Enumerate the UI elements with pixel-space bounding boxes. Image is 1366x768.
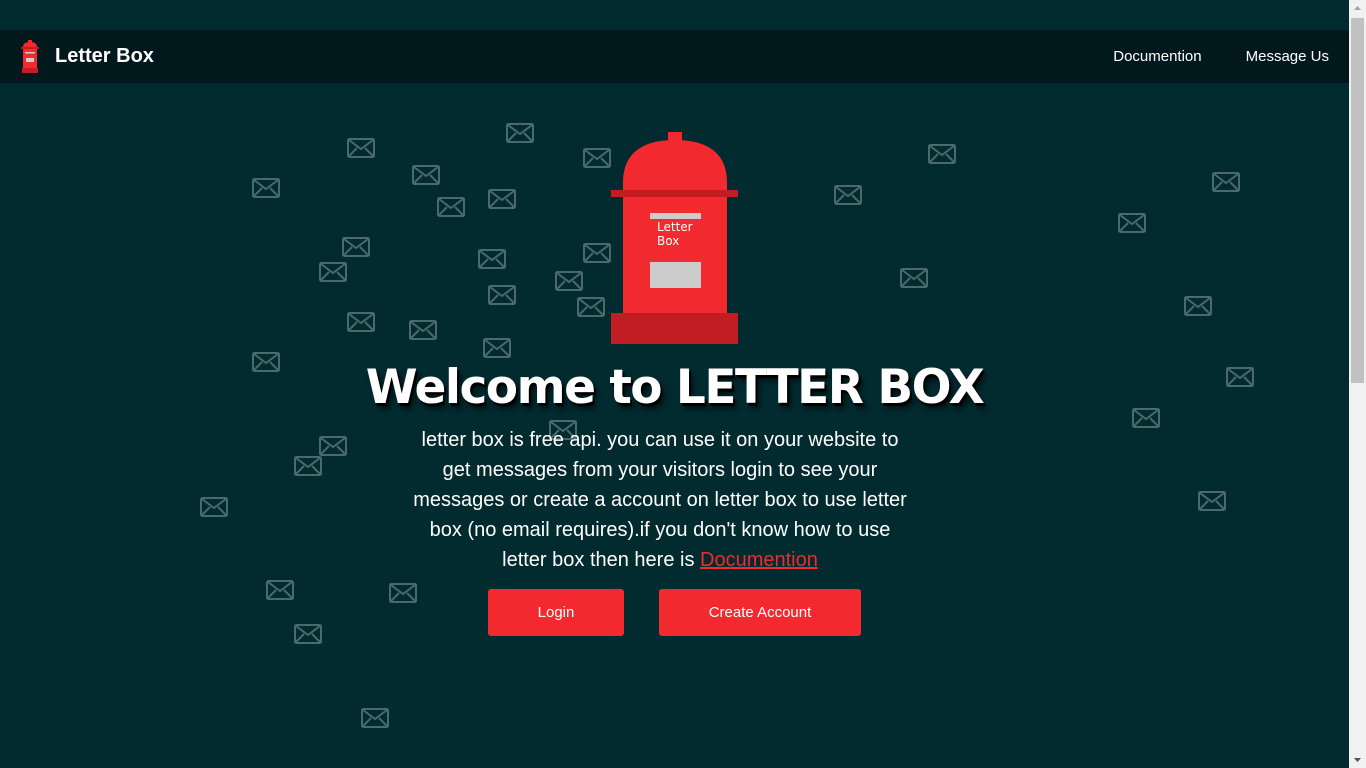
create-account-button[interactable]: Create Account: [659, 589, 861, 636]
scroll-up-arrow-icon[interactable]: [1349, 0, 1366, 17]
scroll-down-arrow-icon[interactable]: [1349, 751, 1366, 768]
envelope-icon: [342, 237, 370, 257]
envelope-icon: [412, 165, 440, 185]
envelope-icon: [389, 583, 417, 603]
top-strip: [0, 0, 1349, 30]
envelope-icon: [1198, 491, 1226, 511]
postbox-label: Letter Box: [657, 220, 693, 248]
envelope-icon: [294, 456, 322, 476]
envelope-icon: [488, 189, 516, 209]
hero-description-text: letter box is free api. you can use it o…: [413, 429, 907, 571]
nav-links: Documention Message Us: [1069, 48, 1329, 65]
envelope-icon: [1212, 172, 1240, 192]
envelope-icon: [488, 285, 516, 305]
envelope-icon: [252, 178, 280, 198]
envelope-icon: [900, 268, 928, 288]
envelope-icon: [478, 249, 506, 269]
envelope-icon: [1118, 213, 1146, 233]
hero-title: Welcome to LETTER BOX: [365, 360, 985, 415]
envelope-icon: [294, 624, 322, 644]
documentation-link[interactable]: Documention: [700, 549, 818, 571]
hero-description: letter box is free api. you can use it o…: [405, 425, 915, 575]
nav-link-message-us[interactable]: Message Us: [1246, 48, 1329, 65]
envelope-icon: [319, 436, 347, 456]
navbar: Letter Box Documention Message Us: [0, 30, 1349, 83]
envelope-icon: [1184, 296, 1212, 316]
envelope-icon: [319, 262, 347, 282]
envelope-icon: [583, 243, 611, 263]
login-button[interactable]: Login: [488, 589, 624, 636]
page: Letter Box Documention Message Us Letter…: [0, 0, 1366, 768]
envelope-icon: [437, 197, 465, 217]
envelope-icon: [577, 297, 605, 317]
envelope-icon: [506, 123, 534, 143]
envelope-icon: [266, 580, 294, 600]
postbox-icon: [21, 40, 39, 73]
envelope-icon: [834, 185, 862, 205]
envelope-icon: [583, 148, 611, 168]
nav-link-documentation[interactable]: Documention: [1113, 48, 1201, 65]
scrollbar-thumb[interactable]: [1351, 18, 1364, 383]
envelope-icon: [200, 497, 228, 517]
envelope-icon: [347, 138, 375, 158]
vertical-scrollbar[interactable]: [1349, 0, 1366, 768]
envelope-icon: [361, 708, 389, 728]
envelope-icon: [409, 320, 437, 340]
envelope-icon: [483, 338, 511, 358]
envelope-icon: [555, 271, 583, 291]
envelope-icon: [347, 312, 375, 332]
brand[interactable]: Letter Box: [20, 40, 154, 73]
envelope-icon: [928, 144, 956, 164]
brand-name: Letter Box: [55, 45, 154, 67]
